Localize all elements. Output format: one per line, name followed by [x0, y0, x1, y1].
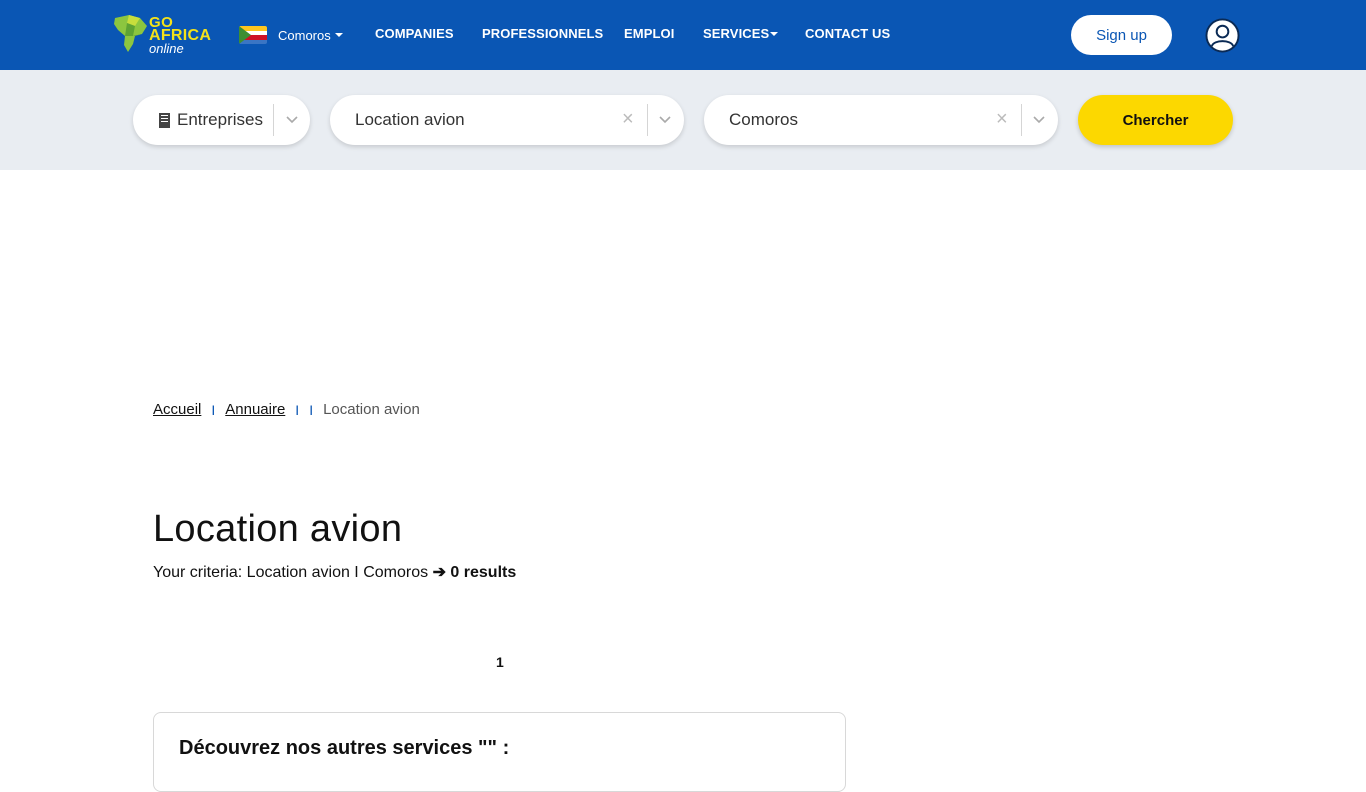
- search-submit-label: Chercher: [1122, 111, 1189, 129]
- breadcrumb-directory-link[interactable]: Annuaire: [225, 401, 285, 418]
- search-query-field[interactable]: Location avion ×: [330, 95, 684, 145]
- pagination-page-1[interactable]: 1: [496, 654, 504, 670]
- other-services-card: Découvrez nos autres services "" :: [153, 712, 846, 792]
- chevron-down-icon[interactable]: [658, 112, 672, 126]
- page-title: Location avion: [153, 508, 403, 550]
- breadcrumb: Accueil I Annuaire I I Location avion: [153, 401, 420, 418]
- search-location-field[interactable]: Comoros ×: [704, 95, 1058, 145]
- nav-services-dropdown[interactable]: SERVICES: [703, 26, 779, 41]
- search-location-value[interactable]: Comoros: [729, 110, 798, 130]
- sign-up-label: Sign up: [1096, 26, 1147, 44]
- criteria-text: Your criteria: Location avion I Comoros: [153, 564, 429, 581]
- logo-text-online: online: [149, 41, 184, 56]
- chevron-down-icon[interactable]: [285, 112, 299, 126]
- other-services-heading: Découvrez nos autres services "" :: [179, 737, 510, 759]
- search-query-value[interactable]: Location avion: [355, 110, 465, 130]
- divider: [647, 104, 648, 136]
- country-label: Comoros: [278, 27, 331, 43]
- results-count: 0 results: [450, 564, 517, 581]
- nav-professionnels[interactable]: PROFESSIONNELS: [482, 26, 603, 41]
- caret-down-icon: [334, 33, 343, 37]
- top-navigation-bar: GO AFRICA online Comoros COMPANIES PROFE…: [0, 0, 1366, 70]
- clear-icon[interactable]: ×: [996, 108, 1008, 131]
- breadcrumb-separator: I: [295, 401, 300, 418]
- breadcrumb-separator: I: [211, 401, 216, 418]
- divider: [273, 104, 274, 136]
- nav-companies[interactable]: COMPANIES: [375, 26, 454, 41]
- breadcrumb-separator: I: [309, 401, 314, 418]
- nav-companies-label: COMPANIES: [375, 26, 454, 41]
- search-criteria-summary: Your criteria: Location avion I Comoros …: [153, 562, 516, 582]
- country-selector[interactable]: Comoros: [239, 25, 343, 45]
- breadcrumb-home-link[interactable]: Accueil: [153, 401, 201, 418]
- comoros-flag-icon: [239, 26, 267, 44]
- user-account-icon[interactable]: [1205, 18, 1240, 53]
- search-type-value: Entreprises: [177, 110, 263, 129]
- search-submit-button[interactable]: Chercher: [1078, 95, 1233, 145]
- caret-down-icon: [770, 31, 779, 36]
- divider: [1021, 104, 1022, 136]
- chevron-down-icon[interactable]: [1032, 112, 1046, 126]
- breadcrumb-current: Location avion: [323, 401, 420, 418]
- nav-contact-us[interactable]: CONTACT US: [805, 26, 890, 41]
- nav-professionnels-label: PROFESSIONNELS: [482, 26, 604, 41]
- clear-icon[interactable]: ×: [622, 108, 634, 131]
- building-icon: [159, 113, 170, 128]
- go-africa-logo[interactable]: GO AFRICA online: [113, 14, 213, 56]
- arrow-right-icon: ➔: [432, 564, 446, 581]
- nav-contact-label: CONTACT US: [805, 26, 891, 41]
- sign-up-button[interactable]: Sign up: [1071, 15, 1172, 55]
- nav-emploi-label: EMPLOI: [624, 26, 675, 41]
- nav-emploi[interactable]: EMPLOI: [624, 26, 674, 41]
- africa-map-icon: [114, 15, 147, 52]
- search-type-select[interactable]: Entreprises: [133, 95, 310, 145]
- nav-services-label: SERVICES: [703, 26, 770, 41]
